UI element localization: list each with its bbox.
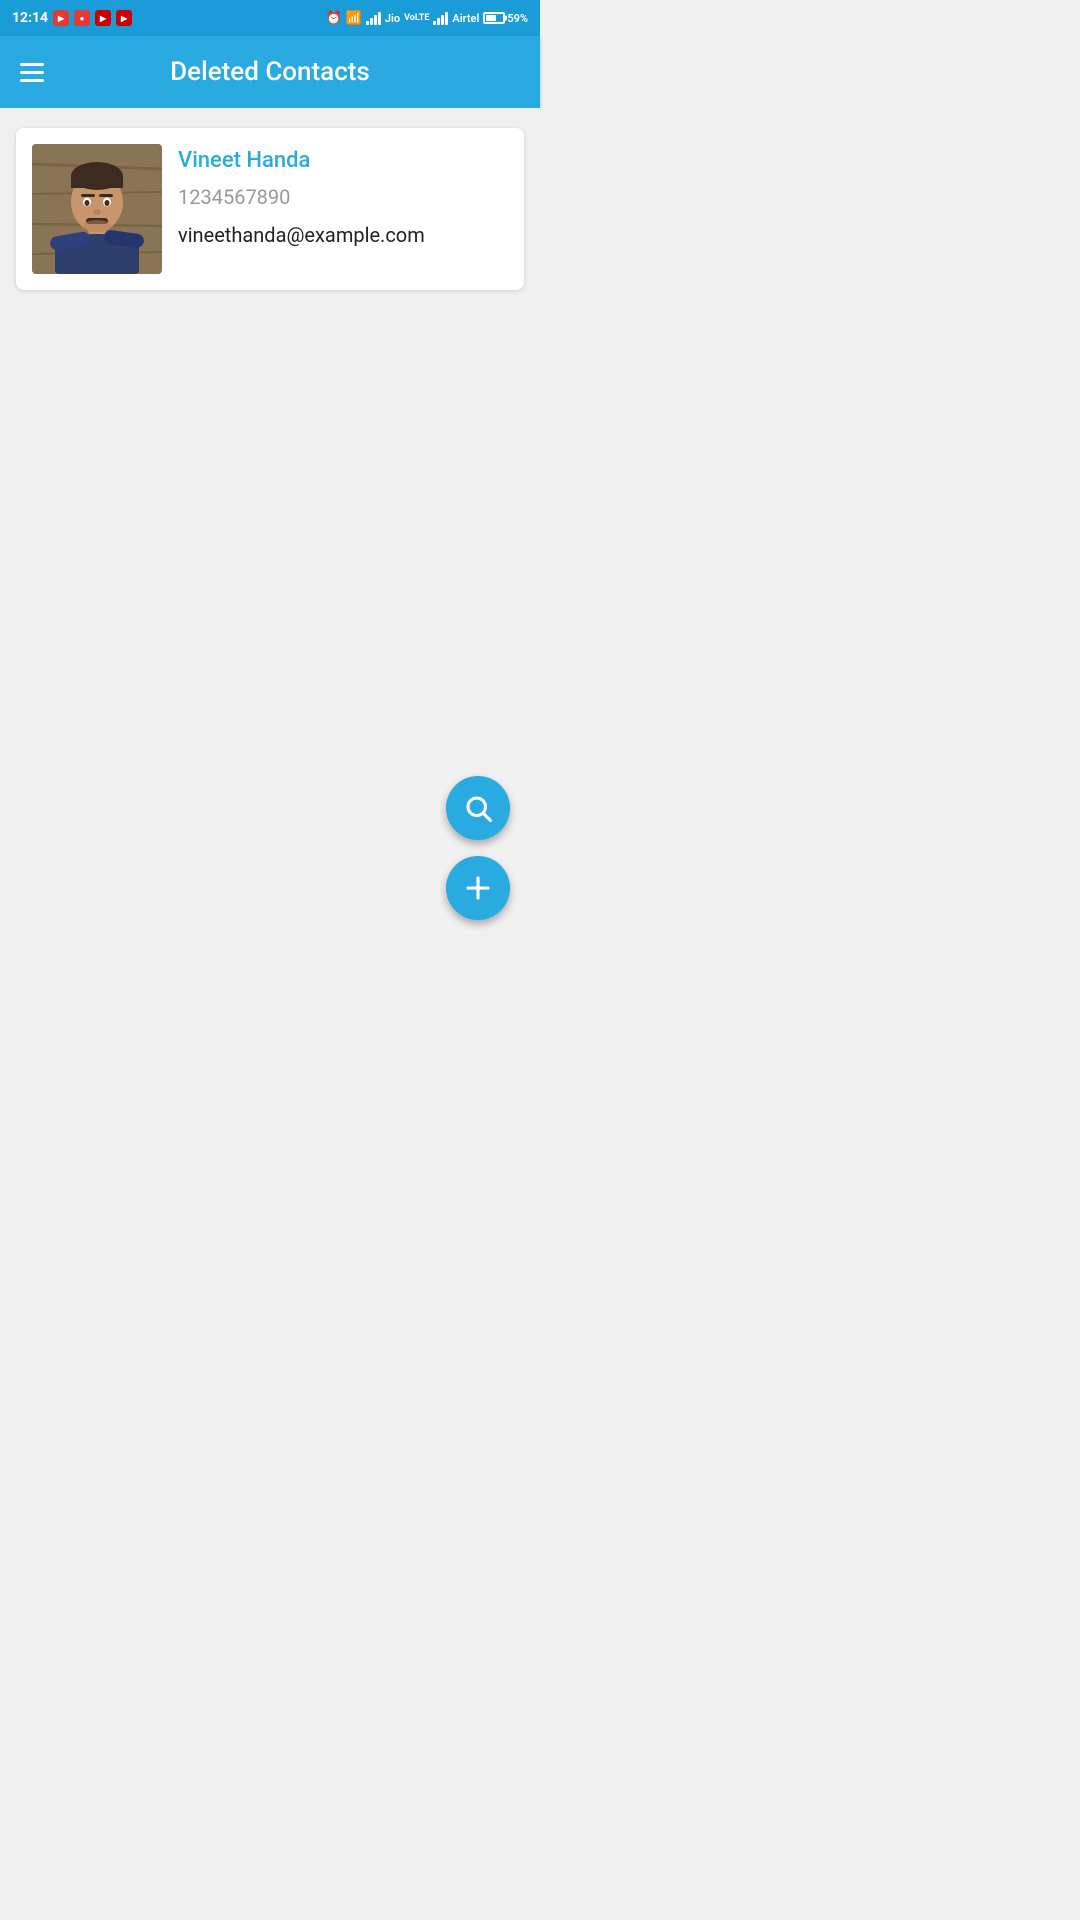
- search-icon: [463, 793, 493, 823]
- app-icon-4: ▶: [116, 10, 132, 26]
- app-header: Deleted Contacts: [0, 36, 540, 108]
- signal-airtel: [433, 11, 448, 25]
- wifi-icon: 📶: [346, 11, 362, 26]
- status-bar: 12:14 ▶ ● ▶ ▶ ⏰ 📶 Jio VoLTE Airtel: [0, 0, 540, 36]
- status-left: 12:14 ▶ ● ▶ ▶: [12, 10, 132, 26]
- volte-icon: VoLTE: [404, 13, 429, 23]
- add-icon: [463, 873, 493, 903]
- search-fab-button[interactable]: [446, 776, 510, 840]
- carrier2-label: Airtel: [452, 12, 479, 25]
- app-icon-1: ▶: [53, 10, 69, 26]
- contact-name: Vineet Handa: [178, 148, 508, 173]
- battery-icon: [483, 12, 505, 24]
- status-right: ⏰ 📶 Jio VoLTE Airtel 59%: [326, 11, 528, 26]
- page-title: Deleted Contacts: [68, 57, 472, 87]
- app-icon-3: ▶: [95, 10, 111, 26]
- contact-card[interactable]: Vineet Handa 1234567890 vineethanda@exam…: [16, 128, 524, 290]
- contact-email: vineethanda@example.com: [178, 221, 508, 249]
- fab-container: [446, 776, 510, 920]
- contact-phone: 1234567890: [178, 185, 508, 209]
- alarm-icon: ⏰: [326, 11, 342, 26]
- status-time: 12:14: [12, 10, 48, 26]
- battery-container: 59%: [483, 12, 528, 25]
- menu-button[interactable]: [20, 63, 44, 82]
- carrier1-label: Jio: [385, 12, 400, 25]
- avatar: [32, 144, 162, 274]
- add-fab-button[interactable]: [446, 856, 510, 920]
- battery-level: 59%: [507, 12, 528, 25]
- signal-jio: [366, 11, 381, 25]
- contact-info: Vineet Handa 1234567890 vineethanda@exam…: [178, 144, 508, 249]
- app-icon-2: ●: [74, 10, 90, 26]
